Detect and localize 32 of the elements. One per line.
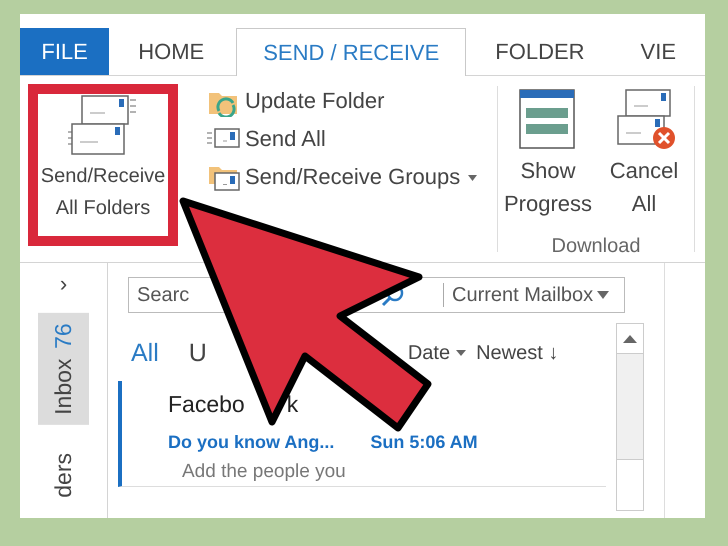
up-arrow-icon bbox=[623, 334, 637, 342]
filter-tab[interactable]: U bbox=[188, 338, 207, 368]
nav-pane-tab[interactable]: Inbox 76 bbox=[38, 313, 89, 425]
scrollbar[interactable] bbox=[616, 323, 644, 511]
message-time: Sun 5:06 AM bbox=[370, 432, 478, 453]
unread-count: 76 bbox=[50, 323, 77, 349]
sort-order[interactable]: Newest ↓ bbox=[476, 342, 558, 364]
envelopes-icon bbox=[68, 94, 138, 156]
ribbon-tab[interactable]: HOME bbox=[111, 28, 232, 75]
ribbon-button[interactable]: Send/Receive Groups bbox=[207, 162, 497, 192]
ribbon-button[interactable]: Cancel All bbox=[598, 88, 690, 235]
caret-icon bbox=[597, 291, 610, 299]
ribbon-tab[interactable]: FILE bbox=[20, 28, 110, 75]
message-subject: Do you know Ang... bbox=[168, 432, 334, 453]
ribbon-button[interactable]: Show Progress bbox=[502, 88, 594, 235]
ribbon-tab[interactable]: VIE bbox=[614, 28, 703, 75]
scope-dropdown[interactable]: Current Mailbox bbox=[443, 283, 616, 307]
send-receive-all-button[interactable]: Send/Receive All Folders bbox=[28, 84, 178, 246]
nav-pane-tab[interactable]: ders bbox=[38, 442, 89, 508]
ribbon-tab[interactable]: FOLDER bbox=[468, 28, 612, 75]
ribbon-button[interactable]: Update Folder bbox=[207, 86, 497, 116]
scroll-up-button[interactable] bbox=[617, 324, 643, 354]
ribbon-tab[interactable]: SEND / RECEIVE bbox=[236, 28, 466, 76]
caret-icon bbox=[456, 350, 466, 356]
expand-button[interactable]: › bbox=[60, 273, 68, 295]
sender-name: Facebo bbox=[168, 391, 245, 418]
message-preview: Add the people you bbox=[182, 461, 347, 483]
group-label: Download bbox=[552, 235, 640, 259]
ribbon-button[interactable]: Send All bbox=[207, 124, 497, 154]
sender-name: k bbox=[286, 391, 298, 418]
sort-field[interactable]: Date bbox=[408, 342, 466, 364]
filter-tab[interactable]: All bbox=[131, 338, 159, 368]
